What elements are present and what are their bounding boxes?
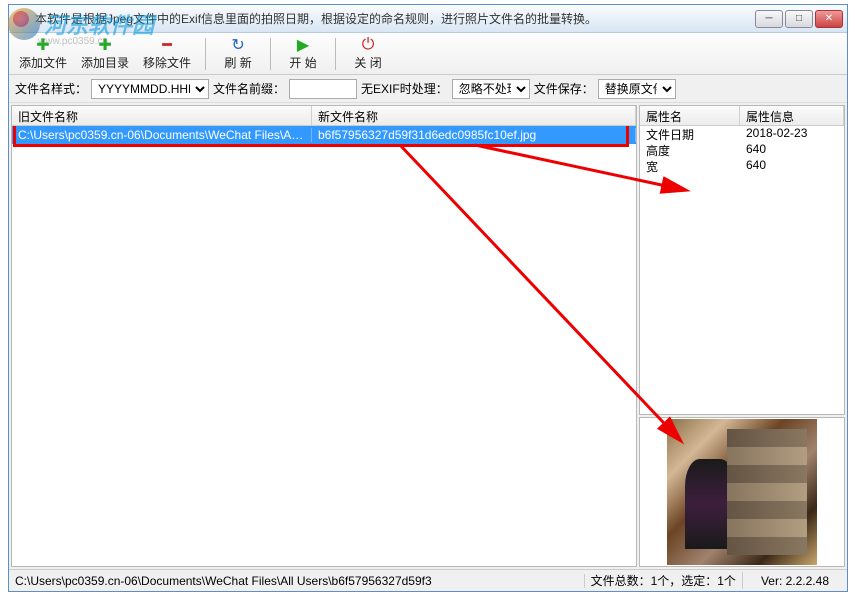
window-title: 本软件是根据Jpeg文件中的Exif信息里面的拍照日期，根据设定的命名规则，进行…: [35, 10, 755, 27]
prop-name: 文件日期: [640, 126, 740, 142]
prefix-input[interactable]: [289, 79, 357, 99]
maximize-button[interactable]: □: [785, 10, 813, 28]
format-label: 文件名样式：: [15, 80, 87, 97]
minimize-button[interactable]: ─: [755, 10, 783, 28]
prop-name: 宽: [640, 158, 740, 174]
options-bar: 文件名样式： YYYYMMDD.HHMMSS 文件名前缀： 无EXIF时处理： …: [9, 75, 847, 103]
new-name-cell: b6f57956327d59f31d6edc0985fc10ef.jpg: [312, 128, 636, 142]
start-label: 开 始: [289, 54, 316, 71]
add-dir-button[interactable]: ✚ 添加目录: [75, 34, 135, 73]
prop-row: 宽 640: [640, 158, 844, 174]
prefix-label: 文件名前缀：: [213, 80, 285, 97]
old-name-cell: C:\Users\pc0359.cn-06\Documents\WeChat F…: [12, 128, 312, 142]
statusbar: C:\Users\pc0359.cn-06\Documents\WeChat F…: [9, 569, 847, 591]
plus-icon: ✚: [34, 36, 52, 54]
prop-val: 2018-02-23: [740, 126, 844, 142]
properties-header: 属性名 属性信息: [640, 106, 844, 126]
noexif-select[interactable]: 忽略不处理: [452, 79, 530, 99]
prop-val: 640: [740, 142, 844, 158]
noexif-label: 无EXIF时处理：: [361, 80, 448, 97]
file-list-body[interactable]: C:\Users\pc0359.cn-06\Documents\WeChat F…: [12, 126, 636, 566]
add-dir-label: 添加目录: [81, 54, 129, 71]
toolbar-separator: [335, 38, 336, 70]
app-window: 本软件是根据Jpeg文件中的Exif信息里面的拍照日期，根据设定的命名规则，进行…: [8, 4, 848, 592]
table-row[interactable]: C:\Users\pc0359.cn-06\Documents\WeChat F…: [12, 126, 636, 144]
exit-icon: ⏻: [359, 36, 377, 54]
status-path: C:\Users\pc0359.cn-06\Documents\WeChat F…: [9, 574, 585, 588]
file-list-pane: 旧文件名称 新文件名称 C:\Users\pc0359.cn-06\Docume…: [11, 105, 637, 567]
prop-row: 高度 640: [640, 142, 844, 158]
prop-val-header[interactable]: 属性信息: [740, 106, 844, 125]
minus-icon: ━: [158, 36, 176, 54]
remove-file-label: 移除文件: [143, 54, 191, 71]
close-label: 关 闭: [354, 54, 381, 71]
old-name-header[interactable]: 旧文件名称: [12, 106, 312, 125]
refresh-button[interactable]: ↻ 刷 新: [214, 34, 262, 73]
status-count: 文件总数：1个，选定：1个: [585, 572, 743, 589]
prop-name-header[interactable]: 属性名: [640, 106, 740, 125]
save-select[interactable]: 替换原文件: [598, 79, 676, 99]
close-button[interactable]: ✕: [815, 10, 843, 28]
save-label: 文件保存：: [534, 80, 594, 97]
prop-val: 640: [740, 158, 844, 174]
properties-pane: 属性名 属性信息 文件日期 2018-02-23 高度 640 宽 640: [639, 105, 845, 415]
toolbar-separator: [205, 38, 206, 70]
main-area: 旧文件名称 新文件名称 C:\Users\pc0359.cn-06\Docume…: [9, 103, 847, 569]
app-icon: [13, 11, 29, 27]
image-preview: [639, 417, 845, 567]
right-pane: 属性名 属性信息 文件日期 2018-02-23 高度 640 宽 640: [639, 105, 845, 567]
toolbar: ✚ 添加文件 ✚ 添加目录 ━ 移除文件 ↻ 刷 新 ▶ 开 始 ⏻ 关 闭: [9, 33, 847, 75]
format-select[interactable]: YYYYMMDD.HHMMSS: [91, 79, 209, 99]
prop-row: 文件日期 2018-02-23: [640, 126, 844, 142]
titlebar: 本软件是根据Jpeg文件中的Exif信息里面的拍照日期，根据设定的命名规则，进行…: [9, 5, 847, 33]
refresh-icon: ↻: [229, 36, 247, 54]
properties-body: 文件日期 2018-02-23 高度 640 宽 640: [640, 126, 844, 414]
preview-thumbnail: [667, 419, 817, 565]
remove-file-button[interactable]: ━ 移除文件: [137, 34, 197, 73]
status-version: Ver: 2.2.2.48: [743, 574, 847, 588]
start-button[interactable]: ▶ 开 始: [279, 34, 327, 73]
play-icon: ▶: [294, 36, 312, 54]
add-file-button[interactable]: ✚ 添加文件: [13, 34, 73, 73]
refresh-label: 刷 新: [224, 54, 251, 71]
toolbar-separator: [270, 38, 271, 70]
prop-name: 高度: [640, 142, 740, 158]
close-app-button[interactable]: ⏻ 关 闭: [344, 34, 392, 73]
file-list-header: 旧文件名称 新文件名称: [12, 106, 636, 126]
new-name-header[interactable]: 新文件名称: [312, 106, 636, 125]
add-file-label: 添加文件: [19, 54, 67, 71]
plus-icon: ✚: [96, 36, 114, 54]
